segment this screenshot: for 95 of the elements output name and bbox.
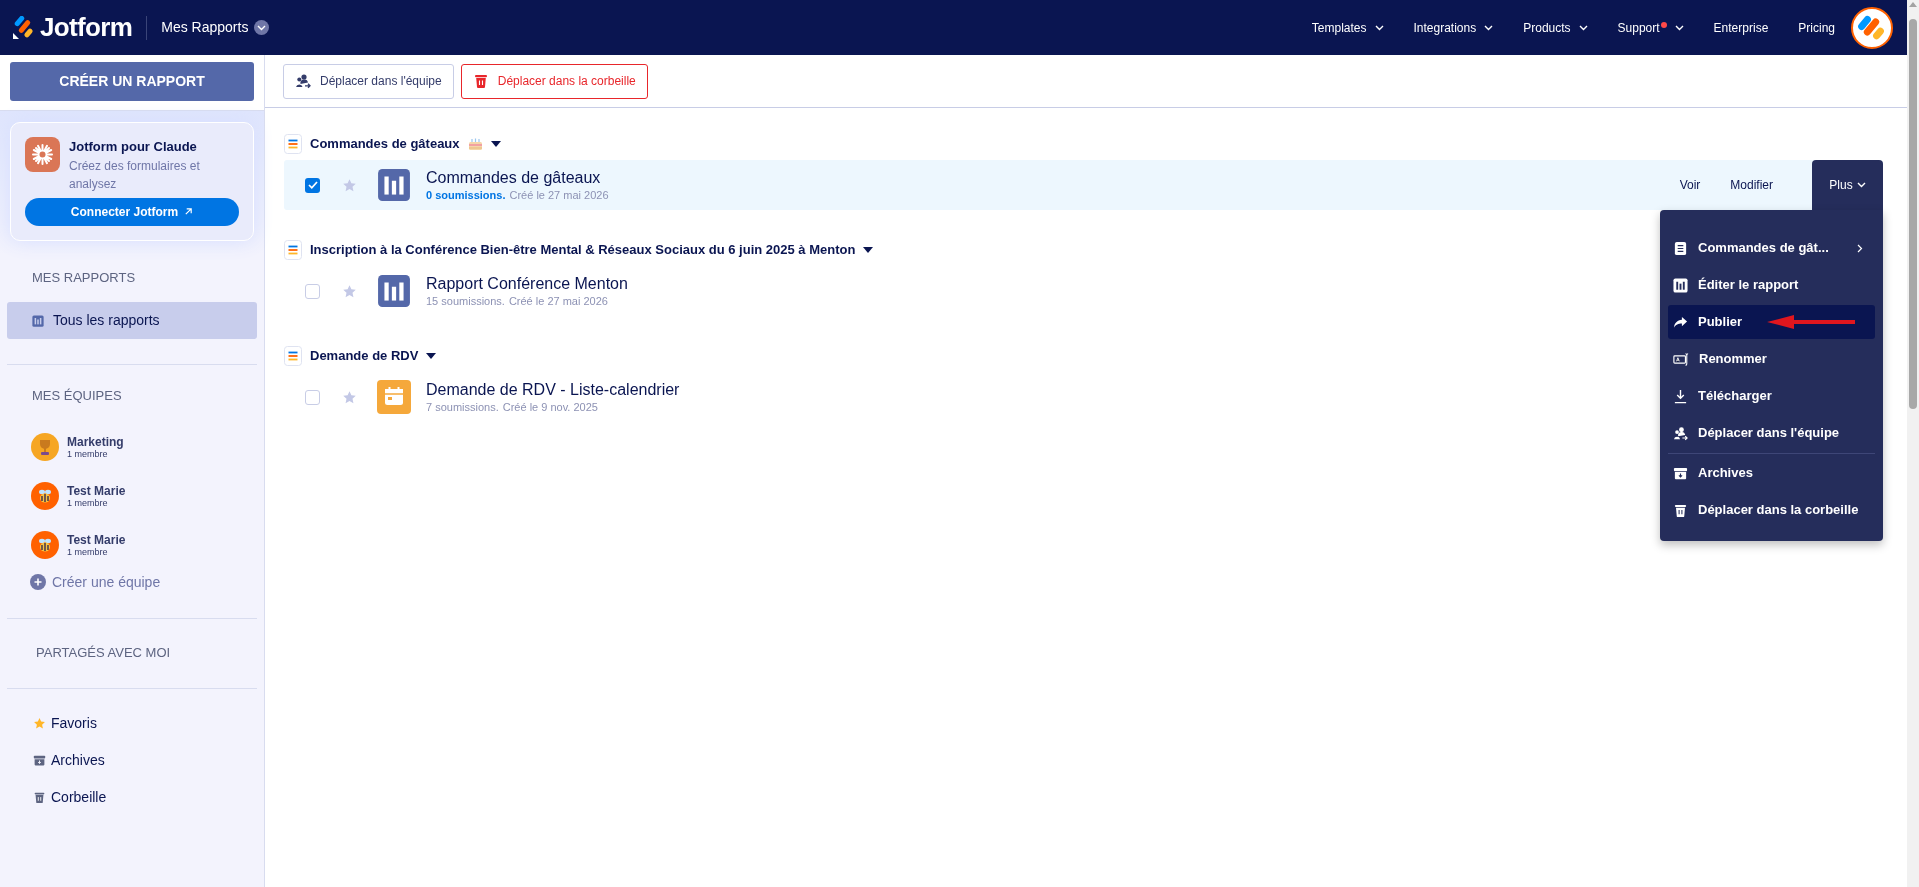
bee-icon [31, 531, 59, 559]
favorite-star-icon[interactable] [342, 283, 357, 299]
caret-icon [1374, 24, 1384, 31]
nav-menu[interactable]: Templates [1311, 18, 1384, 37]
toolbar-button[interactable]: Déplacer dans la corbeille [460, 63, 648, 99]
scrollbar[interactable] [1907, 0, 1919, 887]
chevron-icon [254, 20, 270, 35]
logo-icon[interactable] [12, 15, 34, 40]
bee-icon [31, 482, 59, 510]
rename-icon [1673, 351, 1689, 367]
report-title[interactable]: Demande de RDV - Liste-calendrier [426, 380, 680, 400]
menu-item[interactable]: Éditer le rapport [1668, 268, 1875, 302]
group-title[interactable]: Demande de RDV [310, 346, 419, 366]
nav-menu[interactable]: Integrations [1413, 18, 1494, 37]
submission-count[interactable]: 0 soumissions. [426, 188, 506, 202]
nav-menu[interactable]: Enterprise [1713, 18, 1769, 37]
avatar[interactable] [1851, 6, 1893, 49]
archive-icon [1673, 465, 1688, 481]
team-member-count: 1 membre [67, 546, 109, 558]
team-icon [295, 73, 311, 89]
sidebar-link[interactable]: Archives [33, 742, 105, 779]
report-icon [377, 274, 411, 308]
connect-button[interactable]: Connecter Jotform [25, 197, 239, 226]
star-icon[interactable] [33, 717, 46, 730]
menu-item[interactable]: Renommer [1668, 342, 1875, 376]
team-name[interactable]: Test Marie [67, 483, 126, 498]
created-date: Créé le 9 nov. 2025 [502, 400, 598, 414]
action-link[interactable]: Modifier [1715, 176, 1788, 194]
caret-icon[interactable] [863, 247, 874, 253]
team-name[interactable]: Marketing [67, 434, 124, 449]
report-icon [377, 168, 411, 202]
created-date: Créé le 27 mai 2026 [508, 294, 608, 308]
list-icon [284, 240, 302, 260]
bar-chart-icon [1673, 277, 1688, 293]
more-button[interactable]: Plus [1812, 160, 1883, 210]
group-title[interactable]: Inscription à la Conférence Bien-être Mental & Réseaux Sociaux du 6 juin 2025 à Menton [310, 240, 856, 260]
checkbox[interactable] [305, 389, 320, 405]
section-heading: MES RAPPORTS [31, 268, 136, 287]
caret-icon [1484, 24, 1494, 31]
plus-icon [30, 574, 46, 590]
sparkle-icon [25, 137, 60, 172]
caret-icon[interactable] [490, 141, 501, 147]
logo-text[interactable]: Jotform [40, 8, 133, 47]
team-name[interactable]: Test Marie [67, 532, 126, 547]
group-title[interactable]: Commandes de gâteaux [310, 134, 460, 154]
list-icon [284, 134, 302, 154]
download-icon [1673, 388, 1688, 404]
checkbox[interactable] [305, 177, 320, 193]
create-team-button[interactable]: Créer une équipe [30, 571, 161, 593]
created-date: Créé le 27 mai 2026 [509, 188, 609, 202]
section-heading: MES ÉQUIPES [32, 387, 122, 405]
promo-title: Jotform pour Claude [69, 138, 198, 156]
nav-menu[interactable]: Support [1617, 18, 1684, 37]
section-heading: PARTAGÉS AVEC MOI [36, 643, 171, 662]
team-member-count: 1 membre [67, 448, 108, 460]
list-icon [284, 346, 302, 366]
favorite-star-icon[interactable] [342, 389, 357, 405]
nav-menu[interactable]: Products [1523, 18, 1588, 37]
archive-icon [33, 754, 46, 767]
cake-icon [467, 137, 483, 151]
menu-item[interactable]: Commandes de gât... [1668, 231, 1875, 265]
sidebar-link[interactable]: Corbeille [33, 779, 107, 816]
report-title[interactable]: Commandes de gâteaux [426, 168, 609, 188]
menu-item[interactable]: Déplacer dans la corbeille [1668, 493, 1875, 527]
share-icon [1673, 314, 1688, 330]
report-title[interactable]: Rapport Conférence Menton [426, 274, 628, 294]
sidebar-item[interactable]: Tous les rapports [7, 302, 257, 339]
toolbar-button[interactable]: Déplacer dans l'équipe [283, 63, 454, 99]
caret-icon [1578, 24, 1588, 31]
team-member-count: 1 membre [67, 497, 109, 509]
create-report-button[interactable]: CRÉER UN RAPPORT [10, 62, 254, 101]
action-link[interactable]: Voir [1664, 176, 1716, 194]
calendar-icon [377, 380, 411, 414]
trophy-icon [31, 433, 59, 461]
trash-icon [472, 73, 489, 89]
caret-icon[interactable] [426, 353, 437, 359]
trash-icon [33, 791, 46, 804]
bar-chart-icon [32, 314, 44, 327]
document-icon [1673, 240, 1688, 256]
favorite-star-icon[interactable] [342, 177, 357, 193]
section-dropdown[interactable]: Mes Rapports [161, 17, 270, 38]
menu-item[interactable]: Publier [1668, 305, 1875, 339]
menu-item[interactable]: Télécharger [1668, 379, 1875, 413]
menu-item[interactable]: Archives [1668, 456, 1875, 490]
checkbox[interactable] [305, 283, 320, 299]
sidebar-link[interactable]: Favoris [33, 705, 97, 742]
external-link-icon [184, 207, 194, 216]
menu-item[interactable]: Déplacer dans l'équipe [1668, 416, 1875, 450]
promo-subtitle: Créez des formulaires et analysez [69, 157, 201, 193]
chevron-right-icon [1857, 243, 1863, 253]
trash-icon [1673, 502, 1688, 518]
chevron-icon [1856, 182, 1866, 188]
caret-icon [1674, 24, 1684, 31]
nav-menu[interactable]: Pricing [1798, 18, 1835, 37]
team-icon [1673, 425, 1688, 441]
